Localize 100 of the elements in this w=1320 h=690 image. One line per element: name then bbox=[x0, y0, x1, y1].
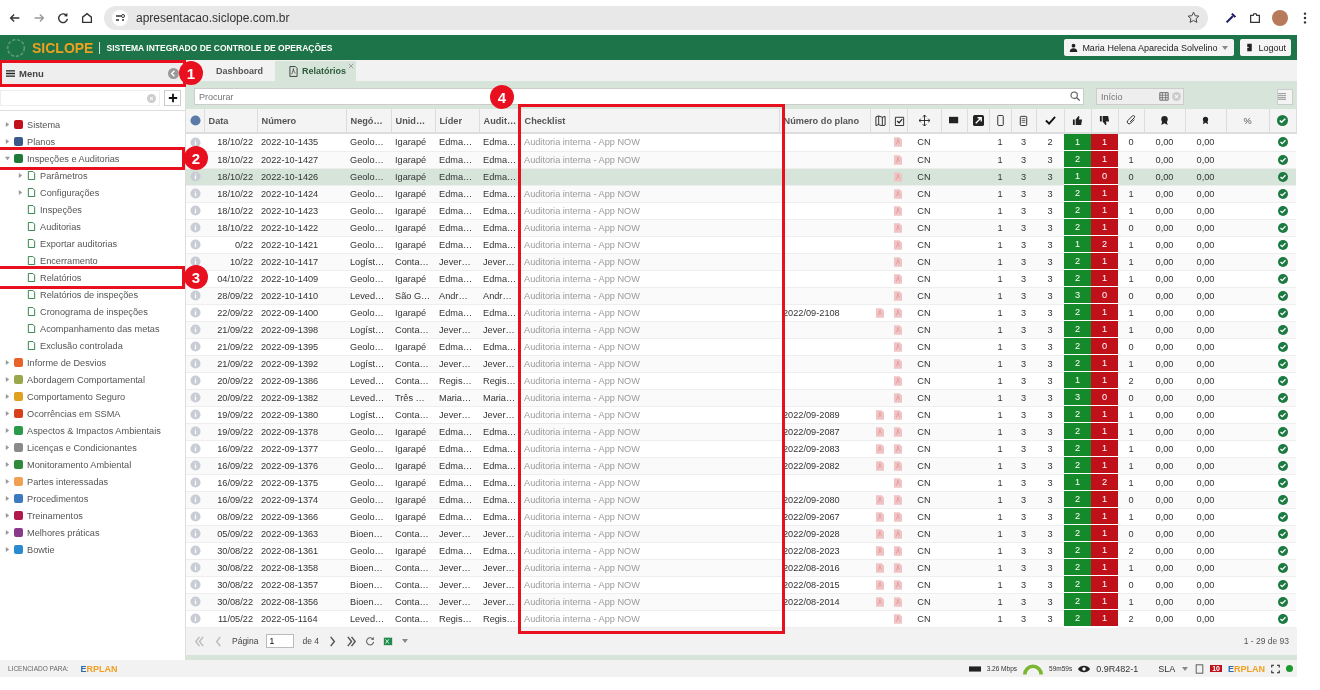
collapsed-arrow-icon[interactable] bbox=[5, 122, 10, 127]
column-header[interactable]: Líder bbox=[435, 109, 479, 133]
pdf-icon[interactable] bbox=[894, 409, 902, 420]
pdf-icon[interactable] bbox=[894, 358, 902, 369]
collapsed-arrow-icon[interactable] bbox=[18, 173, 23, 178]
column-header[interactable]: Data bbox=[204, 109, 257, 133]
collapsed-arrow-icon[interactable] bbox=[5, 394, 10, 399]
sla-dropdown[interactable]: SLA bbox=[1158, 663, 1176, 674]
pdf-icon[interactable] bbox=[875, 307, 884, 318]
site-settings-icon[interactable] bbox=[112, 9, 128, 26]
column-header[interactable]: Negó… bbox=[346, 109, 391, 133]
pdf-icon[interactable] bbox=[894, 511, 902, 522]
menu-search-field[interactable] bbox=[0, 90, 160, 106]
column-header[interactable]: Número bbox=[257, 109, 346, 133]
pdf-icon[interactable] bbox=[894, 562, 902, 573]
menu-item[interactable]: Monitoramento Ambiental bbox=[0, 456, 182, 473]
eyedropper-icon[interactable] bbox=[1224, 10, 1238, 25]
column-header[interactable]: Checklist bbox=[520, 109, 779, 133]
menu-item[interactable]: Ocorrências em SSMA bbox=[0, 405, 182, 422]
collapsed-arrow-icon[interactable] bbox=[5, 496, 10, 501]
menu-item[interactable]: Bowtie bbox=[0, 541, 182, 558]
pdf-icon[interactable] bbox=[894, 596, 902, 607]
pdf-icon[interactable] bbox=[875, 579, 884, 590]
check-circle-icon[interactable] bbox=[1277, 115, 1288, 126]
tab[interactable]: Relatórios bbox=[275, 61, 357, 81]
pdf-icon[interactable] bbox=[894, 545, 902, 556]
pdf-icon[interactable] bbox=[875, 494, 884, 505]
pdf-icon[interactable] bbox=[894, 494, 902, 505]
award-icon[interactable] bbox=[1201, 116, 1210, 125]
spreadsheet-icon[interactable] bbox=[383, 636, 393, 646]
pdf-icon[interactable] bbox=[894, 256, 902, 267]
collapsed-arrow-icon[interactable] bbox=[5, 360, 10, 365]
collapsed-arrow-icon[interactable] bbox=[5, 139, 10, 144]
pdf-icon[interactable] bbox=[894, 426, 902, 437]
pdf-icon[interactable] bbox=[894, 188, 902, 199]
logout-button[interactable]: Logout bbox=[1240, 39, 1291, 56]
collapse-icon[interactable] bbox=[168, 68, 179, 79]
pdf-icon[interactable] bbox=[894, 392, 902, 403]
pdf-icon[interactable] bbox=[894, 528, 902, 539]
collapsed-arrow-icon[interactable] bbox=[5, 513, 10, 518]
pdf-icon[interactable] bbox=[894, 239, 902, 250]
collapsed-arrow-icon[interactable] bbox=[5, 462, 10, 467]
pdf-icon[interactable] bbox=[894, 443, 902, 454]
menu-item[interactable]: Parâmetros bbox=[0, 167, 182, 184]
menu-item[interactable]: Comportamento Seguro bbox=[0, 388, 182, 405]
pdf-icon[interactable] bbox=[894, 273, 902, 284]
collapsed-arrow-icon[interactable] bbox=[18, 190, 23, 195]
next-page-icon[interactable] bbox=[327, 635, 338, 647]
reload-icon[interactable] bbox=[56, 10, 70, 25]
menu-item[interactable]: Abordagem Comportamental bbox=[0, 371, 182, 388]
phone-icon[interactable] bbox=[994, 115, 1006, 126]
pdf-icon[interactable] bbox=[894, 341, 902, 352]
collapsed-arrow-icon[interactable] bbox=[5, 428, 10, 433]
caret-icon[interactable] bbox=[1181, 664, 1190, 673]
check-icon[interactable] bbox=[1044, 115, 1056, 126]
select-all-icon[interactable] bbox=[190, 115, 201, 126]
calendar-icon[interactable] bbox=[1159, 91, 1169, 101]
collapsed-arrow-icon[interactable] bbox=[5, 445, 10, 450]
fullscreen-icon[interactable] bbox=[1271, 663, 1280, 674]
book-icon[interactable] bbox=[1195, 663, 1205, 674]
collapsed-arrow-icon[interactable] bbox=[5, 479, 10, 484]
menu-item[interactable]: Partes interessadas bbox=[0, 473, 182, 490]
pdf-icon[interactable] bbox=[875, 562, 884, 573]
page-field[interactable]: 1 bbox=[266, 634, 295, 648]
menu-item[interactable]: Configurações bbox=[0, 184, 182, 201]
menu-item[interactable]: Cronograma de inspeções bbox=[0, 303, 182, 320]
pdf-icon[interactable] bbox=[875, 460, 884, 471]
expanded-arrow-icon[interactable] bbox=[5, 156, 10, 161]
menu-item[interactable]: Sistema bbox=[0, 116, 182, 133]
clear-icon[interactable] bbox=[147, 93, 156, 103]
user-menu[interactable]: Maria Helena Aparecida Solvelino bbox=[1064, 39, 1235, 56]
menu-item[interactable]: Exportar auditorias bbox=[0, 235, 182, 252]
collapsed-arrow-icon[interactable] bbox=[5, 530, 10, 535]
card-icon[interactable] bbox=[948, 115, 960, 126]
pdf-icon[interactable] bbox=[875, 596, 884, 607]
external-link-icon[interactable] bbox=[972, 115, 984, 126]
checkbox-icon[interactable] bbox=[893, 115, 905, 126]
pdf-icon[interactable] bbox=[894, 613, 902, 624]
star-icon[interactable] bbox=[1187, 11, 1200, 24]
previous-page-icon[interactable] bbox=[213, 635, 224, 647]
pdf-icon[interactable] bbox=[894, 154, 902, 165]
pdf-icon[interactable] bbox=[894, 205, 902, 216]
refresh-icon[interactable] bbox=[365, 636, 375, 646]
menu-item[interactable]: Licenças e Condicionantes bbox=[0, 439, 182, 456]
menu-item[interactable]: Auditorias bbox=[0, 218, 182, 235]
pdf-icon[interactable] bbox=[875, 426, 884, 437]
address-bar[interactable]: apresentacao.siclope.com.br bbox=[104, 5, 1208, 30]
column-header[interactable]: Audit… bbox=[479, 109, 520, 133]
pdf-icon[interactable] bbox=[894, 290, 902, 301]
thumbs-down-icon[interactable] bbox=[1099, 115, 1110, 126]
pdf-icon[interactable] bbox=[894, 137, 902, 148]
menu-item[interactable]: Encerramento bbox=[0, 252, 182, 269]
clipboard-icon[interactable] bbox=[1018, 115, 1029, 126]
column-header[interactable]: Unid… bbox=[391, 109, 435, 133]
clear-icon[interactable] bbox=[1172, 92, 1181, 101]
move-icon[interactable] bbox=[918, 115, 930, 126]
thumbs-up-icon[interactable] bbox=[1072, 115, 1083, 126]
pdf-icon[interactable] bbox=[875, 409, 884, 420]
menu-item[interactable]: Relatórios de inspeções bbox=[0, 286, 182, 303]
pdf-icon[interactable] bbox=[894, 324, 902, 335]
